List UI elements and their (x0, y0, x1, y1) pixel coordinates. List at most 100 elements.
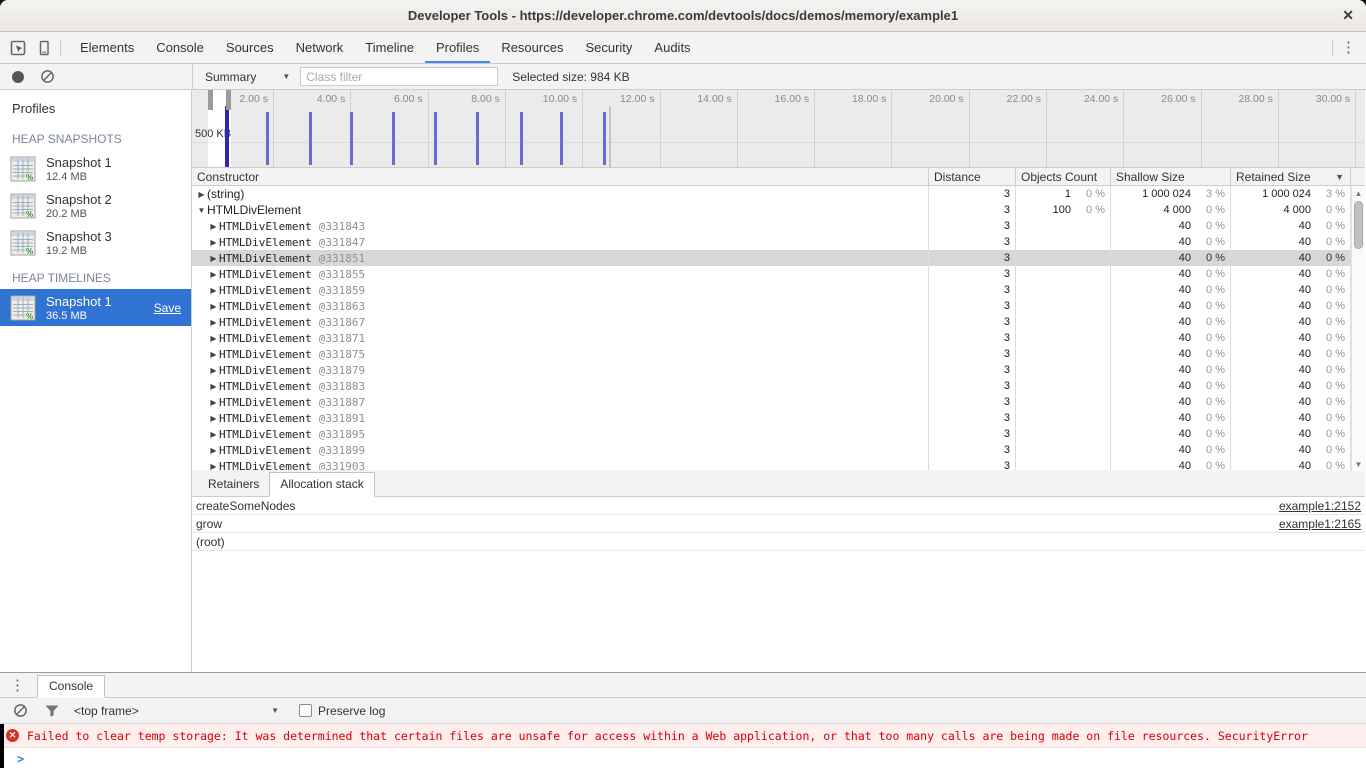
table-row[interactable]: ▶HTMLDivElement@3318953400 %400 % (192, 426, 1351, 442)
overview-right-grip-handle[interactable] (226, 90, 231, 110)
detail-tab-retainers[interactable]: Retainers (198, 473, 269, 496)
collapsed-arrow-icon[interactable]: ▶ (208, 350, 219, 359)
table-row[interactable]: ▶HTMLDivElement@3318553400 %400 % (192, 266, 1351, 282)
overview-left-grip-handle[interactable] (208, 90, 213, 110)
cell-distance: 3 (929, 186, 1016, 202)
tab-elements[interactable]: Elements (69, 32, 145, 63)
table-row[interactable]: ▶HTMLDivElement@3318833400 %400 % (192, 378, 1351, 394)
cell-retained-size: 400 % (1231, 394, 1351, 410)
collapsed-arrow-icon[interactable]: ▶ (208, 238, 219, 247)
tab-resources[interactable]: Resources (490, 32, 574, 63)
table-row[interactable]: ▶HTMLDivElement@3318433400 %400 % (192, 218, 1351, 234)
profile-item-selected[interactable]: %Snapshot 136.5 MBSave (0, 289, 191, 326)
table-row[interactable]: ▶HTMLDivElement@3318873400 %400 % (192, 394, 1351, 410)
console-clear-icon[interactable] (13, 703, 28, 718)
column-header-distance[interactable]: Distance (929, 168, 1016, 185)
collapsed-arrow-icon[interactable]: ▶ (208, 398, 219, 407)
collapsed-arrow-icon[interactable]: ▶ (208, 254, 219, 263)
tab-audits[interactable]: Audits (643, 32, 701, 63)
collapsed-arrow-icon[interactable]: ▶ (208, 446, 219, 455)
collapsed-arrow-icon[interactable]: ▶ (208, 318, 219, 327)
table-row[interactable]: ▶HTMLDivElement@3318993400 %400 % (192, 442, 1351, 458)
cell-objects-count (1016, 298, 1111, 314)
profile-item[interactable]: %Snapshot 112.4 MB (0, 150, 191, 187)
collapsed-arrow-icon[interactable]: ▶ (208, 222, 219, 231)
cell-distance: 3 (929, 378, 1016, 394)
row-indent: ▶(string) (196, 187, 244, 201)
tab-network[interactable]: Network (285, 32, 355, 63)
scroll-up-icon[interactable]: ▲ (1352, 189, 1365, 198)
collapsed-arrow-icon[interactable]: ▶ (208, 302, 219, 311)
collapsed-arrow-icon[interactable]: ▶ (208, 382, 219, 391)
expanded-arrow-icon[interactable]: ▼ (196, 206, 207, 215)
heap-table-header: Constructor Distance Objects Count Shall… (192, 168, 1365, 186)
table-scrollbar[interactable]: ▲ ▼ (1351, 187, 1365, 471)
collapsed-arrow-icon[interactable]: ▶ (196, 190, 207, 199)
cell-shallow-size-value: 40 (1111, 268, 1191, 280)
tab-profiles[interactable]: Profiles (425, 32, 490, 63)
console-prompt[interactable]: > (0, 748, 1366, 768)
column-header-constructor[interactable]: Constructor (192, 168, 929, 185)
cell-shallow-size-value: 40 (1111, 396, 1191, 408)
record-icon[interactable] (12, 71, 24, 83)
scrollbar-thumb[interactable] (1354, 201, 1363, 249)
table-row[interactable]: ▶HTMLDivElement@3318473400 %400 % (192, 234, 1351, 250)
column-header-retained-size[interactable]: Retained Size ▼ (1231, 168, 1351, 185)
scroll-down-icon[interactable]: ▼ (1352, 460, 1365, 469)
distance-value: 3 (929, 380, 1010, 392)
cell-objects-count (1016, 234, 1111, 250)
inspect-element-icon[interactable] (10, 40, 26, 56)
preserve-log-checkbox[interactable] (299, 704, 312, 717)
console-filter-icon[interactable] (44, 704, 60, 718)
perspective-select[interactable]: Summary ▼ (205, 70, 290, 84)
table-row[interactable]: ▶HTMLDivElement@3318913400 %400 % (192, 410, 1351, 426)
table-row[interactable]: ▶HTMLDivElement@3318673400 %400 % (192, 314, 1351, 330)
save-link[interactable]: Save (154, 301, 181, 315)
table-row[interactable]: ▶HTMLDivElement@3319033400 %400 % (192, 458, 1351, 470)
main-menu-kebab-icon[interactable]: ⋮ (1341, 40, 1356, 55)
console-menu-kebab-icon[interactable]: ⋮ (10, 678, 25, 693)
collapsed-arrow-icon[interactable]: ▶ (208, 366, 219, 375)
collapsed-arrow-icon[interactable]: ▶ (208, 286, 219, 295)
table-row[interactable]: ▶(string)310 %1 000 0243 %1 000 0243 % (192, 186, 1351, 202)
clear-icon[interactable] (40, 69, 55, 84)
collapsed-arrow-icon[interactable]: ▶ (208, 430, 219, 439)
class-filter-input[interactable] (300, 67, 498, 86)
cell-objects-count (1016, 330, 1111, 346)
collapsed-arrow-icon[interactable]: ▶ (208, 414, 219, 423)
console-tab[interactable]: Console (37, 675, 105, 698)
timeline-tick-label: 6.00 s (367, 90, 429, 167)
device-mode-icon[interactable] (36, 40, 52, 56)
profile-item[interactable]: %Snapshot 319.2 MB (0, 224, 191, 261)
close-icon[interactable]: ✕ (1342, 7, 1354, 24)
console-toolbar: <top frame> ▼ Preserve log (0, 698, 1366, 724)
cell-shallow-size: 1 000 0243 % (1111, 186, 1231, 202)
collapsed-arrow-icon[interactable]: ▶ (208, 462, 219, 471)
cell-shallow-size-value: 40 (1111, 380, 1191, 392)
collapsed-arrow-icon[interactable]: ▶ (208, 270, 219, 279)
column-header-shallow-size[interactable]: Shallow Size (1111, 168, 1231, 185)
execution-context-select[interactable]: <top frame> ▼ (74, 704, 279, 718)
profile-item[interactable]: %Snapshot 220.2 MB (0, 187, 191, 224)
detail-tab-allocation-stack[interactable]: Allocation stack (269, 472, 374, 497)
table-row[interactable]: ▶HTMLDivElement@3318793400 %400 % (192, 362, 1351, 378)
tab-sources[interactable]: Sources (215, 32, 285, 63)
column-header-objects-count[interactable]: Objects Count (1016, 168, 1111, 185)
table-row[interactable]: ▶HTMLDivElement@3318753400 %400 % (192, 346, 1351, 362)
cell-objects-count (1016, 250, 1111, 266)
stack-frame-source-link[interactable]: example1:2152 (1279, 499, 1361, 513)
memory-overview-timeline[interactable]: 2.00 s4.00 s6.00 s8.00 s10.00 s12.00 s14… (192, 90, 1365, 168)
tab-console[interactable]: Console (145, 32, 215, 63)
table-row[interactable]: ▶HTMLDivElement@3318593400 %400 % (192, 282, 1351, 298)
table-row[interactable]: ▼HTMLDivElement31000 %4 0000 %4 0000 % (192, 202, 1351, 218)
table-row[interactable]: ▶HTMLDivElement@3318513400 %400 % (192, 250, 1351, 266)
table-row[interactable]: ▶HTMLDivElement@3318633400 %400 % (192, 298, 1351, 314)
cell-shallow-size-value: 40 (1111, 444, 1191, 456)
tab-timeline[interactable]: Timeline (354, 32, 425, 63)
stack-frame-row: createSomeNodesexample1:2152 (192, 497, 1365, 515)
collapsed-arrow-icon[interactable]: ▶ (208, 334, 219, 343)
cell-distance: 3 (929, 250, 1016, 266)
stack-frame-source-link[interactable]: example1:2165 (1279, 517, 1361, 531)
tab-security[interactable]: Security (574, 32, 643, 63)
table-row[interactable]: ▶HTMLDivElement@3318713400 %400 % (192, 330, 1351, 346)
